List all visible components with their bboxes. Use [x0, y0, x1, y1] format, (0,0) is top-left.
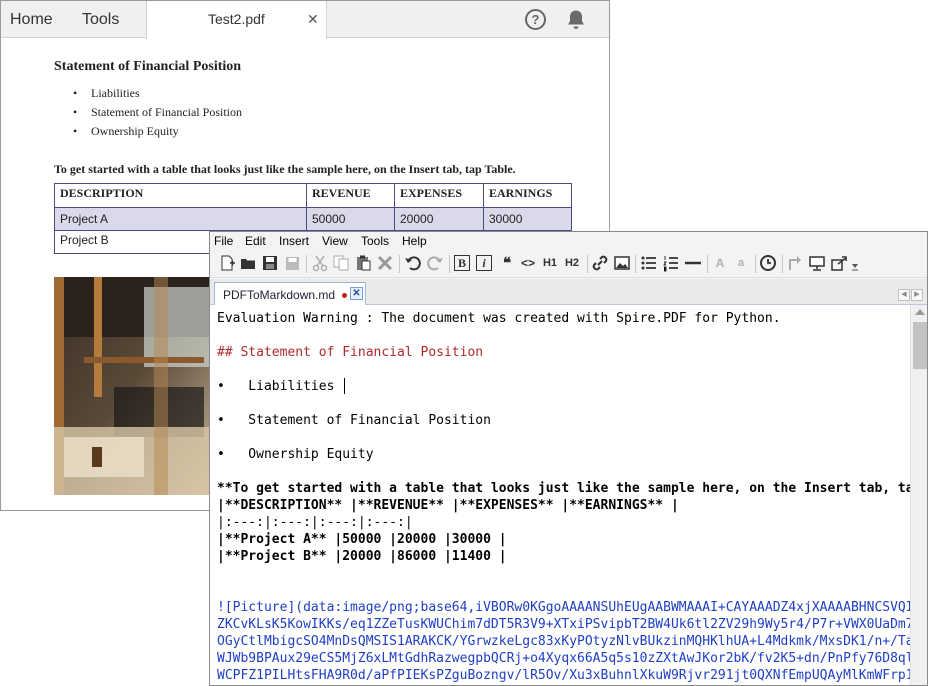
code-icon[interactable]: <> [519, 254, 537, 272]
toolbar-overflow-icon[interactable] [850, 254, 860, 272]
table-header-row: DESCRIPTION REVENUE EXPENSES EARNINGS [54, 183, 572, 208]
unsaved-indicator [342, 293, 347, 298]
copy-icon [333, 255, 349, 271]
horizontal-rule-icon[interactable] [684, 254, 702, 272]
editor-line: |:---:|:---:|:---:|:---:| [217, 515, 413, 530]
pdf-bullet-list: Liabilities Statement of Financial Posit… [73, 84, 242, 141]
editor-line: • Statement of Financial Position [217, 413, 491, 428]
editor-line: ![Picture](data:image/png;base64,iVBORw0… [217, 600, 910, 615]
table-cell: 20000 [394, 207, 484, 231]
editor-line: Evaluation Warning : The document was cr… [217, 311, 781, 326]
editor-line: |**DESCRIPTION** |**REVENUE** |**EXPENSE… [217, 498, 679, 513]
menu-help[interactable]: Help [402, 234, 427, 248]
editor-line: • Liabilities [217, 379, 343, 394]
pdf-tab-bar: Home Tools Test2.pdf ✕ ? [1, 1, 609, 39]
tab-home[interactable]: Home [10, 1, 53, 38]
close-icon[interactable]: ✕ [307, 1, 319, 38]
table-cell: 50000 [306, 207, 395, 231]
toolbar-separator [707, 255, 708, 273]
menu-bar: File Edit Insert View Tools Help [210, 232, 927, 250]
editor-line: • Ownership Equity [217, 447, 374, 462]
pdf-embedded-photo [54, 277, 211, 495]
editor-line: ## Statement of Financial Position [217, 345, 484, 360]
redo-icon [427, 256, 443, 271]
save-all-icon [286, 257, 299, 270]
numbered-list-icon[interactable] [662, 254, 680, 272]
toolbar-separator [635, 255, 636, 273]
tab-filename: PDFToMarkdown.md [223, 288, 336, 302]
image-icon[interactable] [613, 254, 631, 272]
editor-line: WJWb9BPAux29eCS5MjZ6xLMtGdhRazwegpbQCRj+… [217, 651, 910, 666]
editor-line: ZKCvKLsK5KowIKKs/eq1ZZeTusKWUChim7dDT5R3… [217, 617, 910, 632]
table-cell: Project A [54, 207, 307, 231]
font-decrease-icon: a [737, 257, 745, 269]
menu-view[interactable]: View [322, 234, 348, 248]
editor-line: OGyCtlMbigcSO4MnDsQMSIS1ARAKCK/YGrwzkeLg… [217, 634, 910, 649]
markdown-text-area[interactable]: Evaluation Warning : The document was cr… [210, 305, 910, 685]
undo-icon[interactable] [404, 254, 422, 272]
menu-file[interactable]: File [214, 234, 233, 248]
toolbar-separator [587, 255, 588, 273]
scrollbar-thumb[interactable] [913, 322, 927, 369]
table-header-cell: EXPENSES [394, 183, 484, 208]
table-header-cell: EARNINGS [483, 183, 572, 208]
paste-icon[interactable] [354, 254, 372, 272]
toolbar-separator [782, 255, 783, 273]
toolbar-separator [449, 255, 450, 273]
close-icon[interactable]: ✕ [350, 287, 363, 300]
table-cell: 30000 [483, 207, 572, 231]
tab-document-label: Test2.pdf [208, 11, 265, 27]
bullet-list-icon[interactable] [640, 254, 658, 272]
toolbar-separator [306, 255, 307, 273]
new-file-icon[interactable] [218, 254, 236, 272]
heading1-icon[interactable]: H1 [540, 254, 560, 272]
table-header-cell: DESCRIPTION [54, 183, 307, 208]
list-item: Liabilities [73, 84, 242, 103]
markdown-editor-window: File Edit Insert View Tools Help B i ❝ <… [209, 231, 928, 686]
editor-line: |**Project A** |50000 |20000 |30000 | [217, 532, 507, 547]
toolbar: B i ❝ <> H1 H2 A a [210, 250, 927, 278]
bold-icon[interactable]: B [454, 255, 470, 271]
toolbar-separator [399, 255, 400, 273]
list-item: Ownership Equity [73, 122, 242, 141]
share-icon[interactable] [830, 254, 848, 272]
tab-scroll-right-icon[interactable]: ▶ [911, 289, 923, 301]
tab-pdftomarkdown[interactable]: PDFToMarkdown.md ✕ [214, 282, 366, 306]
tab-tools[interactable]: Tools [82, 1, 119, 38]
table-header-cell: REVENUE [306, 183, 395, 208]
pdf-heading: Statement of Financial Position [54, 59, 242, 74]
pdf-intro-text: To get started with a table that looks j… [54, 162, 516, 176]
table-row: Project A 50000 20000 30000 [54, 207, 572, 231]
text-caret [344, 378, 345, 394]
font-increase-icon: A [715, 256, 725, 270]
tab-scroll-left-icon[interactable]: ◀ [898, 289, 910, 301]
vertical-scrollbar[interactable] [910, 305, 927, 685]
editor-tab-strip: PDFToMarkdown.md ✕ [210, 279, 927, 306]
heading2-icon[interactable]: H2 [562, 254, 582, 272]
preview-icon[interactable] [808, 254, 826, 272]
clock-icon[interactable] [759, 254, 777, 272]
delete-icon [377, 255, 393, 271]
editor-line: **To get started with a table that looks… [217, 481, 910, 496]
menu-insert[interactable]: Insert [279, 234, 309, 248]
italic-icon[interactable]: i [476, 255, 492, 271]
cut-icon [312, 255, 328, 272]
open-folder-icon[interactable] [239, 254, 257, 272]
quote-icon[interactable]: ❝ [498, 254, 516, 272]
scroll-up-icon[interactable] [915, 309, 925, 315]
tab-document[interactable]: Test2.pdf ✕ [146, 1, 327, 39]
save-icon[interactable] [261, 254, 279, 272]
toolbar-separator [755, 255, 756, 273]
menu-edit[interactable]: Edit [245, 234, 266, 248]
help-icon[interactable]: ? [525, 9, 546, 30]
menu-tools[interactable]: Tools [361, 234, 389, 248]
list-item: Statement of Financial Position [73, 103, 242, 122]
editor-line: |**Project B** |20000 |86000 |11400 | [217, 549, 507, 564]
export-arrow-icon [789, 256, 801, 270]
editor-line: WCPFZ1PILHtsFHA9R0d/aPfPIEKsPZguBozngv/l… [217, 668, 910, 683]
link-icon[interactable] [591, 254, 609, 272]
bell-icon[interactable] [566, 9, 586, 31]
